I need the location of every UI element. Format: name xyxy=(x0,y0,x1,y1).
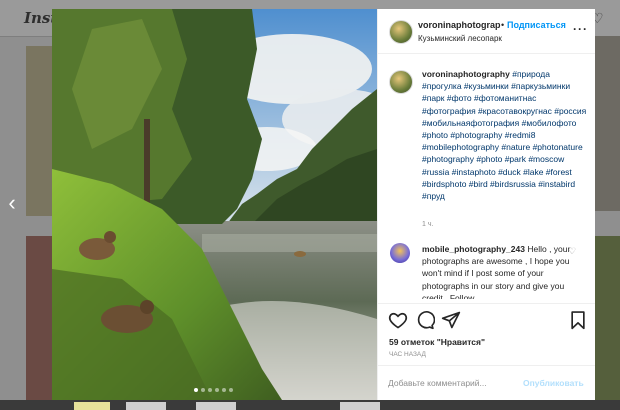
strip-item xyxy=(74,402,110,410)
comment-input[interactable]: Добавьте комментарий... xyxy=(388,378,487,388)
heart-icon[interactable] xyxy=(388,310,408,330)
comment-heart-icon[interactable]: ♡ xyxy=(568,246,576,257)
publish-button[interactable]: Опубликовать xyxy=(523,378,584,388)
action-bar: 59 отметок "Нравится" час назад xyxy=(378,303,595,364)
comment-avatar[interactable] xyxy=(390,243,410,263)
add-comment-bar: Добавьте комментарий... Опубликовать xyxy=(378,365,595,401)
comment-icon[interactable] xyxy=(415,310,435,330)
caption-hashtags[interactable]: #природа #прогулка #кузьминки #паркузьми… xyxy=(422,69,586,201)
caption-avatar[interactable] xyxy=(389,70,413,94)
header-username[interactable]: voroninaphotograp xyxy=(418,20,502,30)
bookmark-icon[interactable] xyxy=(568,310,588,330)
strip-item xyxy=(126,402,166,410)
background-thumbnail xyxy=(26,46,52,216)
post-modal: voroninaphotograp • Подписаться Кузьминс… xyxy=(52,9,595,400)
more-icon[interactable]: ··· xyxy=(573,22,588,36)
comment: mobile_photography_243 Hello , your phot… xyxy=(422,243,572,299)
separator-dot: • xyxy=(501,20,505,30)
background-thumbnail xyxy=(594,236,620,400)
location-link[interactable]: Кузьминский лесопарк xyxy=(418,34,502,43)
posted-ago: час назад xyxy=(389,351,426,358)
post-header: voroninaphotograp • Подписаться Кузьминс… xyxy=(378,9,595,54)
likes-count[interactable]: 59 отметок "Нравится" xyxy=(389,337,485,347)
post-photo[interactable] xyxy=(52,9,377,400)
share-icon[interactable] xyxy=(441,310,461,330)
post-sidebar: voroninaphotograp • Подписаться Кузьминс… xyxy=(377,9,595,400)
post-caption: voroninaphotography #природа #прогулка #… xyxy=(422,68,587,202)
strip-item xyxy=(196,402,236,410)
follow-button[interactable]: Подписаться xyxy=(507,20,566,30)
strip-item xyxy=(340,402,380,410)
chevron-left-icon[interactable]: ‹ xyxy=(4,192,20,214)
avatar[interactable] xyxy=(389,20,413,44)
caption-username[interactable]: voroninaphotography xyxy=(422,69,510,79)
background-thumbnail xyxy=(594,36,620,211)
background-thumbnail xyxy=(26,236,52,400)
comment-username[interactable]: mobile_photography_243 xyxy=(422,244,525,254)
caption-time: 1 ч. xyxy=(422,221,434,228)
